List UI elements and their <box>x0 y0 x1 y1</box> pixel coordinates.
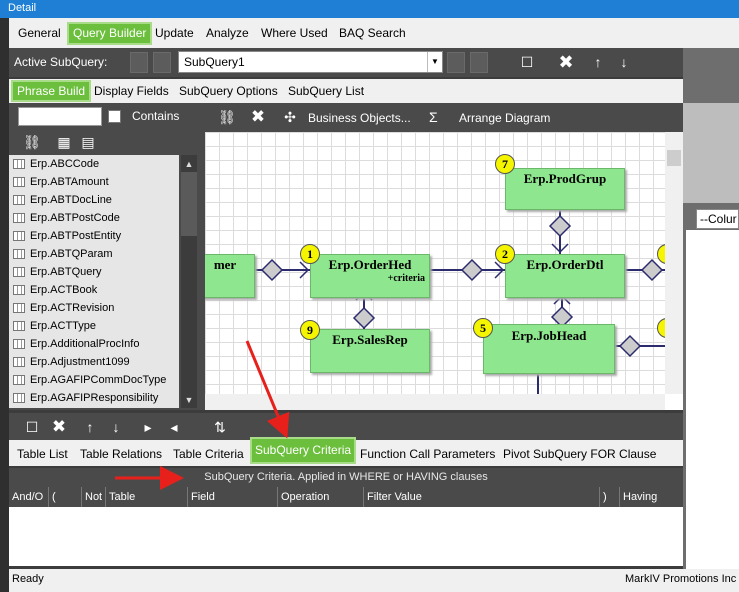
annotation-arrows <box>115 340 290 490</box>
arrow-to-subquery-criteria-tab <box>245 340 290 439</box>
app-window: Detail General Query Builder Update Anal… <box>0 0 739 592</box>
